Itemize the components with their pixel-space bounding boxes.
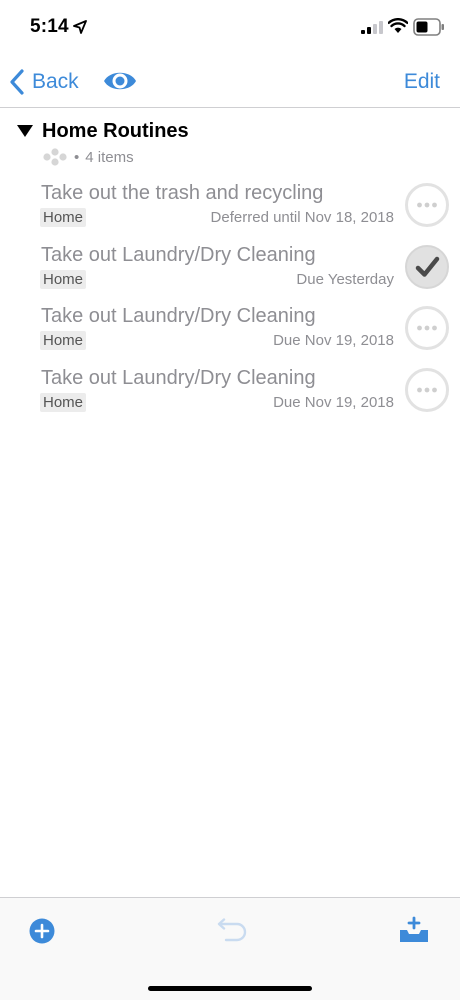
back-label: Back [32,70,79,93]
group-separator: • [74,148,80,166]
group-subtitle: • 4 items [42,148,134,166]
task-date: Due Yesterday [296,270,394,288]
group-count: 4 items [85,148,134,166]
task-row[interactable]: Take out Laundry/Dry Cleaning Home Due Y… [0,240,460,302]
eye-icon[interactable] [103,68,137,94]
add-circle-icon[interactable] [29,918,55,944]
status-bar: 5:14 [0,0,460,56]
battery-icon [413,18,444,36]
task-tag: Home [40,269,87,289]
task-tag: Home [40,208,87,227]
inbox-add-icon[interactable] [398,916,430,944]
ellipsis-circle-icon[interactable] [405,306,449,350]
ellipsis-circle-icon[interactable] [405,183,449,227]
ellipsis-circle-icon[interactable] [405,367,449,412]
chevron-left-icon [10,69,24,95]
edit-button[interactable]: Edit [404,70,440,94]
task-title: Take out Laundry/Dry Cleaning [41,366,316,389]
wifi-icon [388,18,408,33]
checkmark-circle-icon[interactable] [405,244,449,289]
tag-dots-icon [43,148,67,166]
task-title: Take out Laundry/Dry Cleaning [41,305,316,327]
task-row[interactable]: Take out the trash and recycling Home De… [0,178,460,240]
status-time: 5:14 [30,16,69,37]
location-arrow-icon [73,20,87,34]
disclosure-triangle-icon[interactable] [16,124,34,138]
back-button[interactable]: Back [8,66,79,98]
task-tag: Home [40,392,87,412]
task-date: Due Nov 19, 2018 [273,393,394,411]
task-title: Take out the trash and recycling [41,182,324,204]
undo-icon[interactable] [212,918,248,942]
task-date: Deferred until Nov 18, 2018 [210,209,394,226]
task-tag: Home [40,331,87,350]
bottom-toolbar [0,897,460,1000]
navigation-bar: Back Edit [0,56,460,108]
group-title: Home Routines [42,120,189,142]
task-row[interactable]: Take out Laundry/Dry Cleaning Home Due N… [0,301,460,363]
task-row[interactable]: Take out Laundry/Dry Cleaning Home Due N… [0,363,460,425]
task-list: Take out the trash and recycling Home De… [0,178,460,424]
cellular-signal-icon [361,21,383,34]
task-title: Take out Laundry/Dry Cleaning [41,243,316,266]
home-indicator [148,986,312,991]
task-date: Due Nov 19, 2018 [273,332,394,349]
